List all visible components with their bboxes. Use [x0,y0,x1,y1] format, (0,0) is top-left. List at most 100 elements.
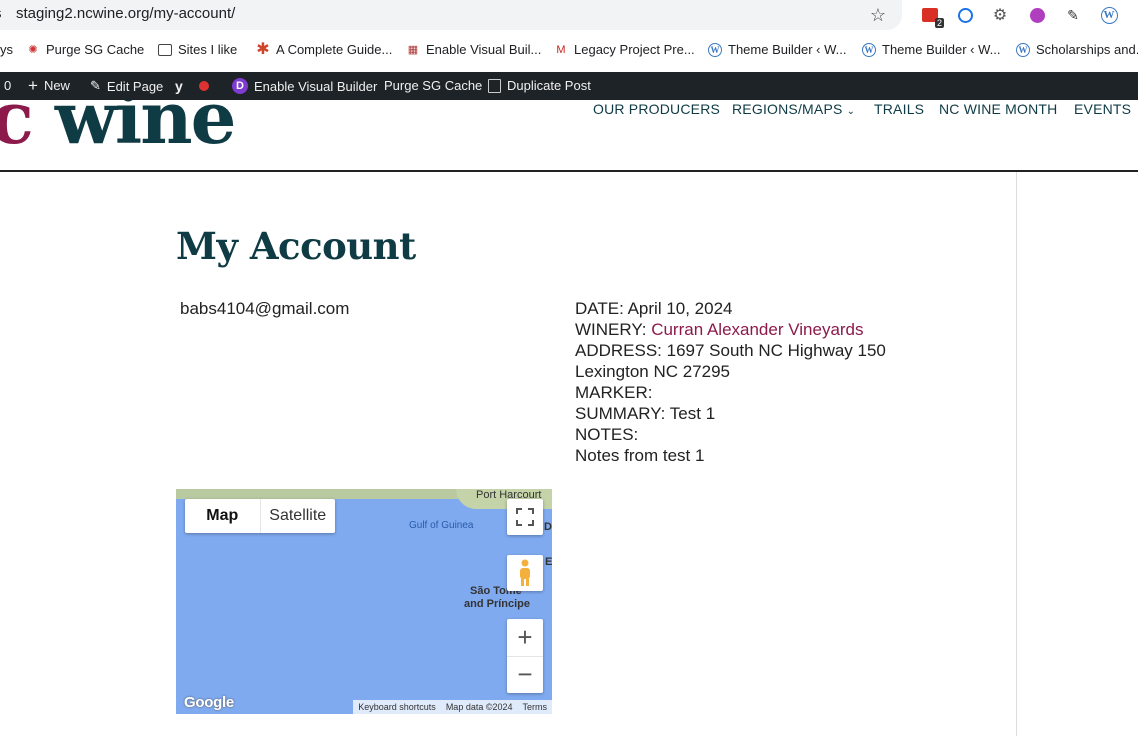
wordpress-icon: W [708,42,722,57]
map-label-principe: and Príncipe [464,598,531,610]
bookmark-item[interactable]: ✺ Purge SG Cache [26,42,144,57]
visual-builder-icon: ▦ [407,43,419,56]
url-prefix: s [0,5,2,22]
bookmark-label: Theme Builder ‹ W... [882,42,1001,57]
wordpress-icon: W [862,42,876,57]
duplicate-post-link[interactable]: Duplicate Post [488,78,591,93]
new-content-menu[interactable]: + New [28,76,70,95]
status-dot-icon [198,81,209,91]
map-data-text: Map data ©2024 [445,702,513,712]
enable-visual-builder-link[interactable]: D Enable Visual Builder [232,78,377,94]
zoom-control: + − [507,619,543,693]
fullscreen-icon[interactable] [507,499,543,535]
yoast-menu[interactable]: y [175,78,209,94]
map-label-gulf: Gulf of Guinea [409,520,474,531]
nav-nc-wine-month[interactable]: NC WINE MONTH [939,101,1057,117]
edit-page-label: Edit Page [106,78,164,94]
google-map[interactable]: Port Harcourt Gulf of Guinea São Tomé an… [176,489,552,714]
zoom-out-button[interactable]: − [507,657,543,693]
yoast-icon: y [175,78,183,94]
extension-badge: 2 [934,18,944,28]
map-tab-satellite[interactable]: Satellite [259,499,336,533]
logo-text: wine [31,100,236,160]
bookmark-label: Legacy Project Pre... [574,42,695,57]
bookmark-item[interactable]: M Legacy Project Pre... [554,42,695,57]
chevron-down-icon: ⌄ [846,106,856,117]
bookmark-label: ys [0,42,13,57]
extension-blue-c-icon[interactable] [955,5,975,25]
bookmarks-bar: ys ✺ Purge SG Cache Sites I like ✱ A Compl… [0,36,1138,66]
bookmark-label: Sites I like [178,42,238,57]
bookmark-label: Enable Visual Buil... [426,42,542,57]
keyboard-shortcuts-link[interactable]: Keyboard shortcuts [353,702,441,712]
bookmark-label: Theme Builder ‹ W... [728,42,847,57]
plus-icon: + [28,76,38,95]
nav-events[interactable]: EVENTS [1074,101,1131,117]
enable-visual-builder-label: Enable Visual Builder [254,78,378,94]
entry-notes-label: NOTES: [575,425,639,444]
new-label: New [43,78,70,93]
entry-address: ADDRESS: 1697 South NC Highway 150 [575,341,886,360]
bookmark-item[interactable]: Sites I like [158,42,237,57]
winery-link[interactable]: Curran Alexander Vineyards [651,320,863,339]
entry-city: Lexington NC 27295 [575,362,731,381]
pencil-icon: ✎ [90,78,101,93]
entry-summary: SUMMARY: Test 1 [575,404,716,423]
pegman-icon[interactable] [507,555,543,591]
bookmark-label: Purge SG Cache [46,42,145,57]
nav-regions-maps[interactable]: REGIONS/MAPS ⌄ [732,101,855,117]
terms-link[interactable]: Terms [518,702,553,712]
folder-icon [158,43,172,56]
sidebar-divider [1016,172,1017,736]
browser-toolbar: s staging2.ncwine.org/my-account/ ☆ 2 ⚙ … [0,0,1138,36]
purge-cache-link[interactable]: Purge SG Cache [384,78,482,93]
map-attribution: Keyboard shortcuts Map data ©2024 Terms [353,700,552,714]
nav-trails[interactable]: TRAILS [874,101,924,117]
bookmark-item[interactable]: ▦ Enable Visual Buil... [406,42,542,57]
nav-our-producers[interactable]: OUR PRODUCERS [593,101,720,117]
gmail-icon: M [556,43,566,56]
wordpress-extension-icon[interactable]: W [1099,5,1119,25]
purge-cache-label: Purge SG Cache [384,78,483,93]
entry-marker: MARKER: [575,383,653,402]
sg-cache-icon: ✺ [28,43,38,56]
site-header: c wine OUR PRODUCERS REGIONS/MAPS ⌄ TRAI… [0,100,1138,172]
bookmark-star-icon[interactable]: ☆ [868,5,888,25]
map-type-toggle: Map Satellite [185,499,335,533]
entry-winery: WINERY: Curran Alexander Vineyards [575,320,864,340]
comments-count-label: 0 [4,78,12,93]
duplicate-icon [488,78,501,93]
bookmark-item[interactable]: W Theme Builder ‹ W... [708,42,846,57]
extension-power-icon[interactable] [1027,5,1047,25]
map-tab-map[interactable]: Map [185,499,260,533]
extension-gear-icon[interactable]: ⚙ [990,5,1010,25]
wordpress-icon: W [1016,42,1030,57]
divi-icon: D [232,78,248,94]
logo-letter: c [0,100,34,160]
google-logo: Google [184,694,234,711]
page-title: My Account [176,224,416,268]
map-label-d: D [544,521,552,533]
nav-regions-label: REGIONS/MAPS [732,101,843,117]
url-text[interactable]: staging2.ncwine.org/my-account/ [16,5,235,22]
site-logo[interactable]: c wine [0,100,236,160]
wp-admin-bar: 0 + New ✎ Edit Page y D Enable Visual Build… [0,72,1138,100]
zoom-in-button[interactable]: + [507,620,543,657]
bookmark-item[interactable]: W Scholarships and... [1016,42,1138,57]
eyedropper-icon[interactable]: ✎ [1063,5,1083,25]
account-email: babs4104@gmail.com [180,299,350,318]
extension-red-icon[interactable]: 2 [920,5,944,28]
bookmark-item[interactable]: ys [0,42,13,57]
bookmark-item[interactable]: W Theme Builder ‹ W... [862,42,1000,57]
entry-date: DATE: April 10, 2024 [575,299,733,318]
comments-count[interactable]: 0 [4,78,11,93]
bookmark-item[interactable]: ✱ A Complete Guide... [256,40,393,58]
asterisk-icon: ✱ [256,40,270,58]
entry-notes: Notes from test 1 [575,446,705,465]
map-label-e: E [545,556,552,568]
winery-label: WINERY: [575,320,652,339]
edit-page-link[interactable]: ✎ Edit Page [90,78,163,94]
duplicate-post-label: Duplicate Post [507,78,591,93]
bookmark-label: A Complete Guide... [276,42,393,57]
bookmark-label: Scholarships and... [1036,42,1138,57]
